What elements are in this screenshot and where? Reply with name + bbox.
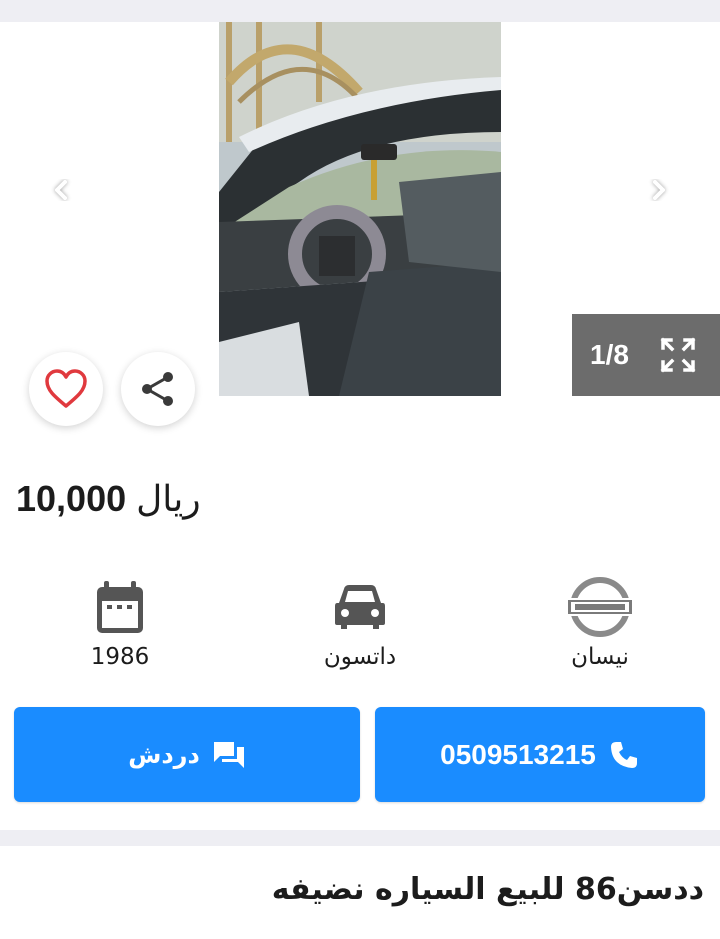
image-gallery[interactable]: 1/8 [0, 22, 720, 440]
phone-icon [610, 741, 637, 768]
calendar-icon [97, 581, 143, 633]
next-image-button[interactable] [638, 170, 678, 210]
share-icon [142, 372, 173, 406]
call-button[interactable]: 0509513215 [375, 707, 705, 802]
price: ريال 10,000 [16, 478, 201, 520]
image-counter[interactable]: 1/8 [572, 314, 720, 396]
image-counter-text: 1/8 [590, 339, 629, 370]
spec-make-label: نيسان [571, 644, 629, 670]
car-photo[interactable] [219, 22, 501, 396]
chevron-right-icon [653, 180, 665, 200]
spec-make: نيسان [520, 572, 680, 670]
car-icon [335, 585, 385, 629]
top-band [0, 0, 720, 22]
chevron-left-icon [55, 180, 67, 200]
car-specs: 1986 داتسون نيسان [0, 572, 720, 682]
section-divider [0, 830, 720, 846]
spec-year: 1986 [40, 572, 200, 670]
heart-icon [45, 369, 87, 408]
share-button[interactable] [121, 352, 195, 426]
expand-icon[interactable] [659, 336, 697, 374]
price-currency: ريال [136, 478, 201, 519]
listing-title: ددسن86 للبيع السياره نضيفه [271, 872, 704, 907]
spec-year-label: 1986 [90, 644, 150, 670]
prev-image-button[interactable] [42, 170, 82, 210]
call-button-label: 0509513215 [440, 738, 596, 770]
price-amount: 10,000 [16, 478, 127, 519]
spec-model: داتسون [280, 572, 440, 670]
chat-button[interactable]: دردش [14, 707, 360, 802]
favorite-button[interactable] [29, 352, 103, 426]
chat-icon [213, 741, 244, 768]
chat-button-label: دردش [128, 740, 200, 769]
nissan-logo-icon [566, 577, 634, 637]
spec-model-label: داتسون [323, 644, 397, 670]
